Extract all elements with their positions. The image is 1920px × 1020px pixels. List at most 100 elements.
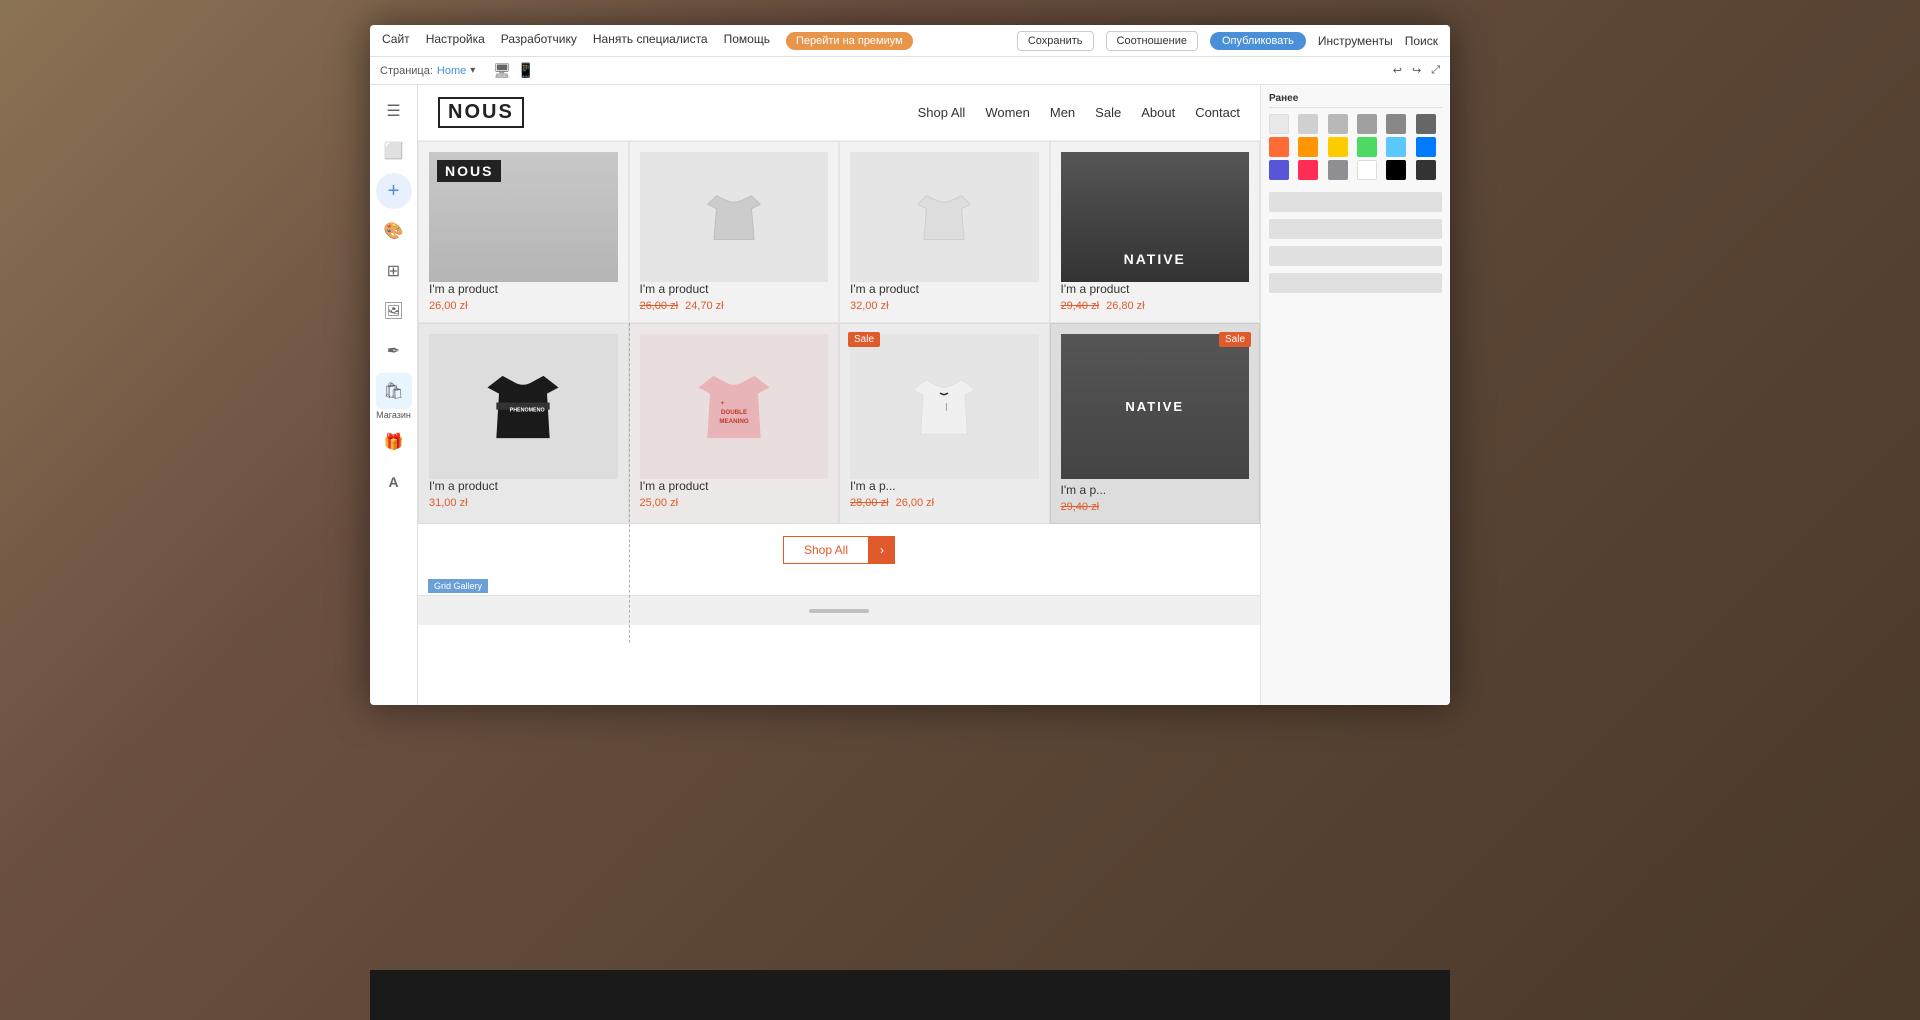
product-card-8[interactable]: Sale NATIVE I'm a p... 29,40 zł bbox=[1050, 323, 1261, 524]
product-card-2[interactable]: I'm a product 26,00 zł 24,70 zł bbox=[629, 141, 840, 323]
nav-men[interactable]: Men bbox=[1050, 105, 1075, 120]
premium-button[interactable]: Перейти на премиум bbox=[786, 32, 913, 50]
svg-text:DOUBLE: DOUBLE bbox=[721, 409, 747, 416]
site-nav-links: Shop All Women Men Sale About Contact bbox=[918, 105, 1240, 120]
store-label: Магазин bbox=[376, 410, 411, 420]
color-swatch-2[interactable] bbox=[1298, 114, 1318, 134]
product-card-5[interactable]: PHENOMENO I'm a product 31,00 zł bbox=[418, 323, 629, 524]
color-swatch-8[interactable] bbox=[1298, 137, 1318, 157]
product-price-1: 26,00 zł bbox=[429, 300, 618, 312]
device-switcher: 🖥 📱 bbox=[493, 62, 534, 79]
ratio-button[interactable]: Соотношение bbox=[1106, 31, 1198, 51]
color-swatch-7[interactable] bbox=[1269, 137, 1289, 157]
publish-button[interactable]: Опубликовать bbox=[1210, 32, 1306, 50]
sidebar-item-design[interactable]: 🎨 bbox=[376, 213, 412, 249]
nav-hire[interactable]: Нанять специалиста bbox=[593, 32, 708, 50]
color-swatch-6[interactable] bbox=[1416, 114, 1436, 134]
color-swatch-13[interactable] bbox=[1269, 160, 1289, 180]
gallery-label-container: Grid Gallery bbox=[418, 576, 1260, 595]
scroll-area[interactable] bbox=[418, 595, 1260, 625]
nav-help[interactable]: Помощь bbox=[724, 32, 770, 50]
redo-icon[interactable]: ↪ bbox=[1412, 64, 1421, 77]
product-card-7[interactable]: Sale I'm a p... 28,00 zł 26,00 zł bbox=[839, 323, 1050, 524]
sidebar-item-font[interactable]: A bbox=[376, 464, 412, 500]
nav-women[interactable]: Women bbox=[985, 105, 1030, 120]
scroll-indicator bbox=[809, 609, 869, 613]
product-image-8: NATIVE bbox=[1061, 334, 1250, 479]
product-image-7 bbox=[850, 334, 1039, 479]
nav-site[interactable]: Сайт bbox=[382, 32, 410, 50]
product-image-3 bbox=[850, 152, 1039, 282]
right-panel-colors: Ранее bbox=[1269, 93, 1442, 180]
native-label-8: NATIVE bbox=[1125, 399, 1184, 414]
tool-item-4[interactable] bbox=[1269, 273, 1442, 293]
tool-list bbox=[1269, 192, 1442, 293]
color-swatch-1[interactable] bbox=[1269, 114, 1289, 134]
color-swatch-11[interactable] bbox=[1386, 137, 1406, 157]
sidebar-item-store[interactable]: 🛍 Магазин bbox=[376, 373, 412, 420]
search-label[interactable]: Поиск bbox=[1405, 34, 1438, 48]
product-image-5: PHENOMENO bbox=[429, 334, 618, 479]
tool-item-1[interactable] bbox=[1269, 192, 1442, 212]
product-price-4: 29,40 zł 26,80 zł bbox=[1061, 300, 1250, 312]
color-swatch-3[interactable] bbox=[1328, 114, 1348, 134]
tool-item-2[interactable] bbox=[1269, 219, 1442, 239]
sidebar-item-pages[interactable]: ☰ bbox=[376, 93, 412, 129]
right-panel-tools bbox=[1269, 192, 1442, 293]
nav-about[interactable]: About bbox=[1141, 105, 1175, 120]
nav-sale[interactable]: Sale bbox=[1095, 105, 1121, 120]
product-name-8: I'm a p... bbox=[1061, 479, 1250, 497]
color-swatch-18[interactable] bbox=[1416, 160, 1436, 180]
color-swatch-10[interactable] bbox=[1357, 137, 1377, 157]
right-panel: Ранее bbox=[1260, 85, 1450, 705]
sidebar-item-media[interactable]: 🖼 bbox=[376, 293, 412, 329]
top-nav-right: Сохранить Соотношение Опубликовать Инстр… bbox=[1017, 31, 1438, 51]
sidebar-item-elements[interactable]: ⬜ bbox=[376, 133, 412, 169]
page-link[interactable]: Home bbox=[437, 65, 466, 77]
color-swatch-16[interactable] bbox=[1357, 160, 1377, 180]
shop-all-button[interactable]: Shop All bbox=[783, 536, 869, 564]
product-image-1: NOUS bbox=[429, 152, 618, 282]
zoom-icon[interactable]: ⤢ bbox=[1431, 64, 1440, 77]
tool-item-3[interactable] bbox=[1269, 246, 1442, 266]
save-button[interactable]: Сохранить bbox=[1017, 31, 1094, 51]
nav-shop-all[interactable]: Shop All bbox=[918, 105, 966, 120]
editor-area: ☰ ⬜ + 🎨 ⊞ 🖼 ✒ 🛍 Магазин 🎁 A NOUS Shop Al… bbox=[370, 85, 1450, 705]
shop-all-arrow[interactable]: › bbox=[869, 536, 895, 564]
color-swatch-14[interactable] bbox=[1298, 160, 1318, 180]
site-navigation: NOUS Shop All Women Men Sale About Conta… bbox=[418, 85, 1260, 141]
color-swatch-17[interactable] bbox=[1386, 160, 1406, 180]
price-original-4: 29,40 zł bbox=[1061, 300, 1100, 312]
product-row-2: PHENOMENO I'm a product 31,00 zł + DO bbox=[418, 323, 1260, 524]
nav-dev[interactable]: Разработчику bbox=[501, 32, 577, 50]
top-nav-links: Сайт Настройка Разработчику Нанять специ… bbox=[382, 32, 913, 50]
sidebar-item-layout[interactable]: ⊞ bbox=[376, 253, 412, 289]
price-original-2: 26,00 zł bbox=[640, 300, 679, 312]
sidebar-item-text[interactable]: ✒ bbox=[376, 333, 412, 369]
color-swatch-5[interactable] bbox=[1386, 114, 1406, 134]
color-swatch-12[interactable] bbox=[1416, 137, 1436, 157]
dropdown-icon[interactable]: ▾ bbox=[470, 65, 475, 76]
color-swatch-9[interactable] bbox=[1328, 137, 1348, 157]
product-name-3: I'm a product bbox=[850, 282, 1039, 296]
mobile-icon[interactable]: 📱 bbox=[517, 62, 534, 79]
nav-contact[interactable]: Contact bbox=[1195, 105, 1240, 120]
desktop-icon[interactable]: 🖥 bbox=[493, 62, 511, 79]
product-name-5: I'm a product bbox=[429, 479, 618, 493]
nous-logo: NOUS bbox=[437, 160, 501, 182]
product-card-4[interactable]: NATIVE I'm a product 29,40 zł 26,80 zł bbox=[1050, 141, 1261, 323]
price-original-7: 28,00 zł bbox=[850, 497, 889, 509]
sidebar-item-add[interactable]: + bbox=[376, 173, 412, 209]
sidebar-item-app[interactable]: 🎁 bbox=[376, 424, 412, 460]
right-secondary-toolbar: ↩ ↪ ⤢ bbox=[1393, 64, 1440, 77]
tools-label[interactable]: Инструменты bbox=[1318, 34, 1393, 48]
canvas-area[interactable]: NOUS Shop All Women Men Sale About Conta… bbox=[418, 85, 1260, 705]
undo-icon[interactable]: ↩ bbox=[1393, 64, 1402, 77]
product-card-3[interactable]: I'm a product 32,00 zł bbox=[839, 141, 1050, 323]
color-swatch-15[interactable] bbox=[1328, 160, 1348, 180]
tshirt-svg-3 bbox=[909, 180, 979, 255]
product-card-1[interactable]: NOUS I'm a product 26,00 zł bbox=[418, 141, 629, 323]
nav-settings[interactable]: Настройка bbox=[426, 32, 485, 50]
color-swatch-4[interactable] bbox=[1357, 114, 1377, 134]
product-card-6[interactable]: + DOUBLE MEANING I'm a product 25,00 zł bbox=[629, 323, 840, 524]
